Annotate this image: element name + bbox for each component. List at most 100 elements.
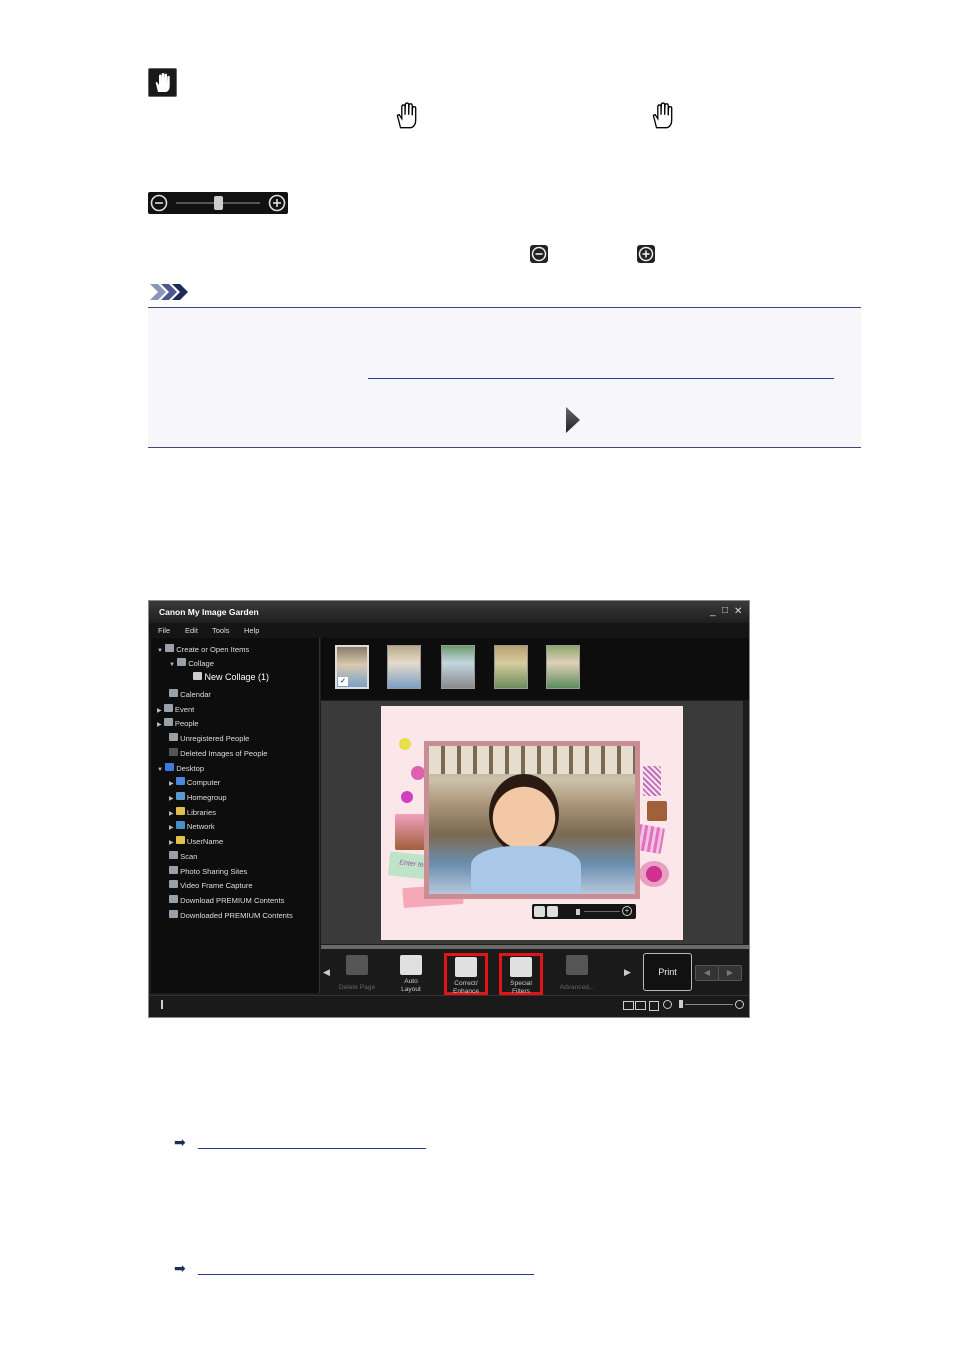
delete-page-button[interactable]: Delete Page <box>335 953 379 995</box>
hand-icon <box>394 101 420 131</box>
rotate-icon[interactable] <box>534 906 545 917</box>
tree-label: Download PREMIUM Contents <box>180 896 285 905</box>
close-button[interactable]: ✕ <box>734 606 742 617</box>
advanced-button[interactable]: Advanced... <box>555 953 599 995</box>
thumbnail[interactable] <box>441 645 475 689</box>
collapse-arrow-icon[interactable]: ▶ <box>169 840 174 846</box>
page-icon <box>346 955 368 975</box>
tree-item-libraries[interactable]: ▶ Libraries <box>169 807 216 817</box>
tree-item-new-collage[interactable]: New Collage (1) <box>193 672 269 682</box>
print-button[interactable]: Print <box>643 953 692 991</box>
info-icon[interactable] <box>161 1000 163 1009</box>
button-label: Advanced... <box>559 984 595 991</box>
collapse-arrow-icon[interactable]: ▶ <box>169 781 174 787</box>
thumbnail-strip: ✓ <box>321 638 749 700</box>
stripe-sticker <box>643 766 661 796</box>
tree-item-scan[interactable]: Scan <box>169 851 197 861</box>
app-screenshot: Canon My Image Garden _ □ ✕ File Edit To… <box>148 600 750 1018</box>
minimize-button[interactable]: _ <box>710 606 716 617</box>
flower-sticker <box>399 738 411 750</box>
zoom-out-icon[interactable] <box>663 1000 672 1009</box>
tree-label: Libraries <box>186 808 216 817</box>
tree-item-deleted[interactable]: Deleted Images of People <box>169 748 268 758</box>
collage-page: Enter text + <box>381 706 683 940</box>
tree-item-computer[interactable]: ▶ Computer <box>169 777 220 787</box>
tree-item-collage[interactable]: ▼ Collage <box>169 658 214 668</box>
button-label: Delete Page <box>338 984 376 991</box>
folder-icon <box>169 910 178 918</box>
note-link-underline[interactable] <box>368 378 834 379</box>
expand-arrow-icon[interactable]: ▼ <box>157 767 163 773</box>
expand-arrow-icon[interactable]: ▼ <box>169 662 175 668</box>
tree-label: Deleted Images of People <box>180 749 268 758</box>
collapse-arrow-icon[interactable]: ▶ <box>169 796 174 802</box>
link-underline[interactable] <box>198 1274 534 1275</box>
tree-label: Calendar <box>180 690 211 699</box>
collapse-arrow-icon[interactable]: ▶ <box>157 708 162 714</box>
button-label: Layout <box>401 986 421 993</box>
tree-label: Downloaded PREMIUM Contents <box>180 911 293 920</box>
collapse-arrow-icon[interactable]: ▶ <box>157 722 162 728</box>
hand-icon[interactable] <box>547 906 558 917</box>
photo-frame[interactable] <box>424 741 640 899</box>
link-arrow-icon: ➡ <box>174 1134 186 1150</box>
special-filters-icon <box>510 957 532 977</box>
auto-layout-button[interactable]: Auto Layout <box>389 953 433 995</box>
zoom-in-icon[interactable]: + <box>622 906 632 916</box>
scroll-left-icon[interactable]: ◀ <box>323 967 330 978</box>
correct-enhance-icon <box>455 957 477 977</box>
tree-item-event[interactable]: ▶ Event <box>157 704 194 714</box>
tree-item-homegroup[interactable]: ▶ Homegroup <box>169 792 227 802</box>
expand-arrow-icon[interactable]: ▼ <box>157 648 163 654</box>
tree-item-photo-sharing[interactable]: Photo Sharing Sites <box>169 866 247 876</box>
link-underline[interactable] <box>198 1148 426 1149</box>
tree-label: Homegroup <box>186 793 227 802</box>
menu-tools[interactable]: Tools <box>212 626 230 635</box>
thumbnail[interactable]: ✓ <box>335 645 369 689</box>
menu-edit[interactable]: Edit <box>185 626 198 635</box>
tree-item-download-premium[interactable]: Download PREMIUM Contents <box>169 895 284 905</box>
scroll-right-icon[interactable]: ▶ <box>624 967 631 978</box>
slider-track <box>685 1004 733 1005</box>
menu-file[interactable]: File <box>158 626 170 635</box>
button-label: Special <box>510 980 532 987</box>
view-mode-icon[interactable] <box>635 1001 646 1010</box>
maximize-button[interactable]: □ <box>722 605 728 616</box>
tree-item-username[interactable]: ▶ UserName <box>169 836 223 846</box>
menu-help[interactable]: Help <box>244 626 259 635</box>
button-label: Auto <box>404 978 418 985</box>
collapse-arrow-icon[interactable]: ▶ <box>169 811 174 817</box>
thumbnail[interactable] <box>546 645 580 689</box>
photo-controls: + <box>532 904 636 919</box>
view-mode-icon[interactable] <box>623 1001 634 1010</box>
photo-sharing-icon <box>169 866 178 874</box>
slider-track <box>584 911 620 912</box>
previous-page-button[interactable]: ◀ <box>695 965 719 981</box>
fit-icon[interactable] <box>649 1001 659 1011</box>
next-page-button[interactable]: ▶ <box>718 965 742 981</box>
collapse-arrow-icon[interactable]: ▶ <box>169 825 174 831</box>
correct-enhance-button[interactable]: Correct/ Enhance <box>444 953 488 995</box>
tree-item-downloaded-premium[interactable]: Downloaded PREMIUM Contents <box>169 910 293 920</box>
libraries-icon <box>175 807 185 815</box>
collage-photo[interactable] <box>429 746 635 894</box>
slider-thumb[interactable] <box>576 909 580 915</box>
tree-item-create[interactable]: ▼ Create or Open Items <box>157 644 249 654</box>
tree-item-video-frame[interactable]: Video Frame Capture <box>169 880 253 890</box>
thumbnail[interactable] <box>387 645 421 689</box>
download-icon <box>169 895 178 903</box>
slider-thumb[interactable] <box>679 1000 683 1008</box>
tree-label: Collage <box>188 659 214 668</box>
thumbnail[interactable] <box>494 645 528 689</box>
zoom-slider <box>148 192 288 214</box>
tree-label: Network <box>186 822 215 831</box>
tree-item-calendar[interactable]: Calendar <box>169 689 211 699</box>
zoom-out-icon <box>150 194 168 217</box>
tree-item-people[interactable]: ▶ People <box>157 718 199 728</box>
tree-item-desktop[interactable]: ▼ Desktop <box>157 763 204 773</box>
tree-label: UserName <box>186 837 224 846</box>
tree-item-network[interactable]: ▶ Network <box>169 821 215 831</box>
tree-item-unregistered[interactable]: Unregistered People <box>169 733 249 743</box>
special-filters-button[interactable]: Special Filters <box>499 953 543 995</box>
zoom-in-icon[interactable] <box>735 1000 744 1009</box>
